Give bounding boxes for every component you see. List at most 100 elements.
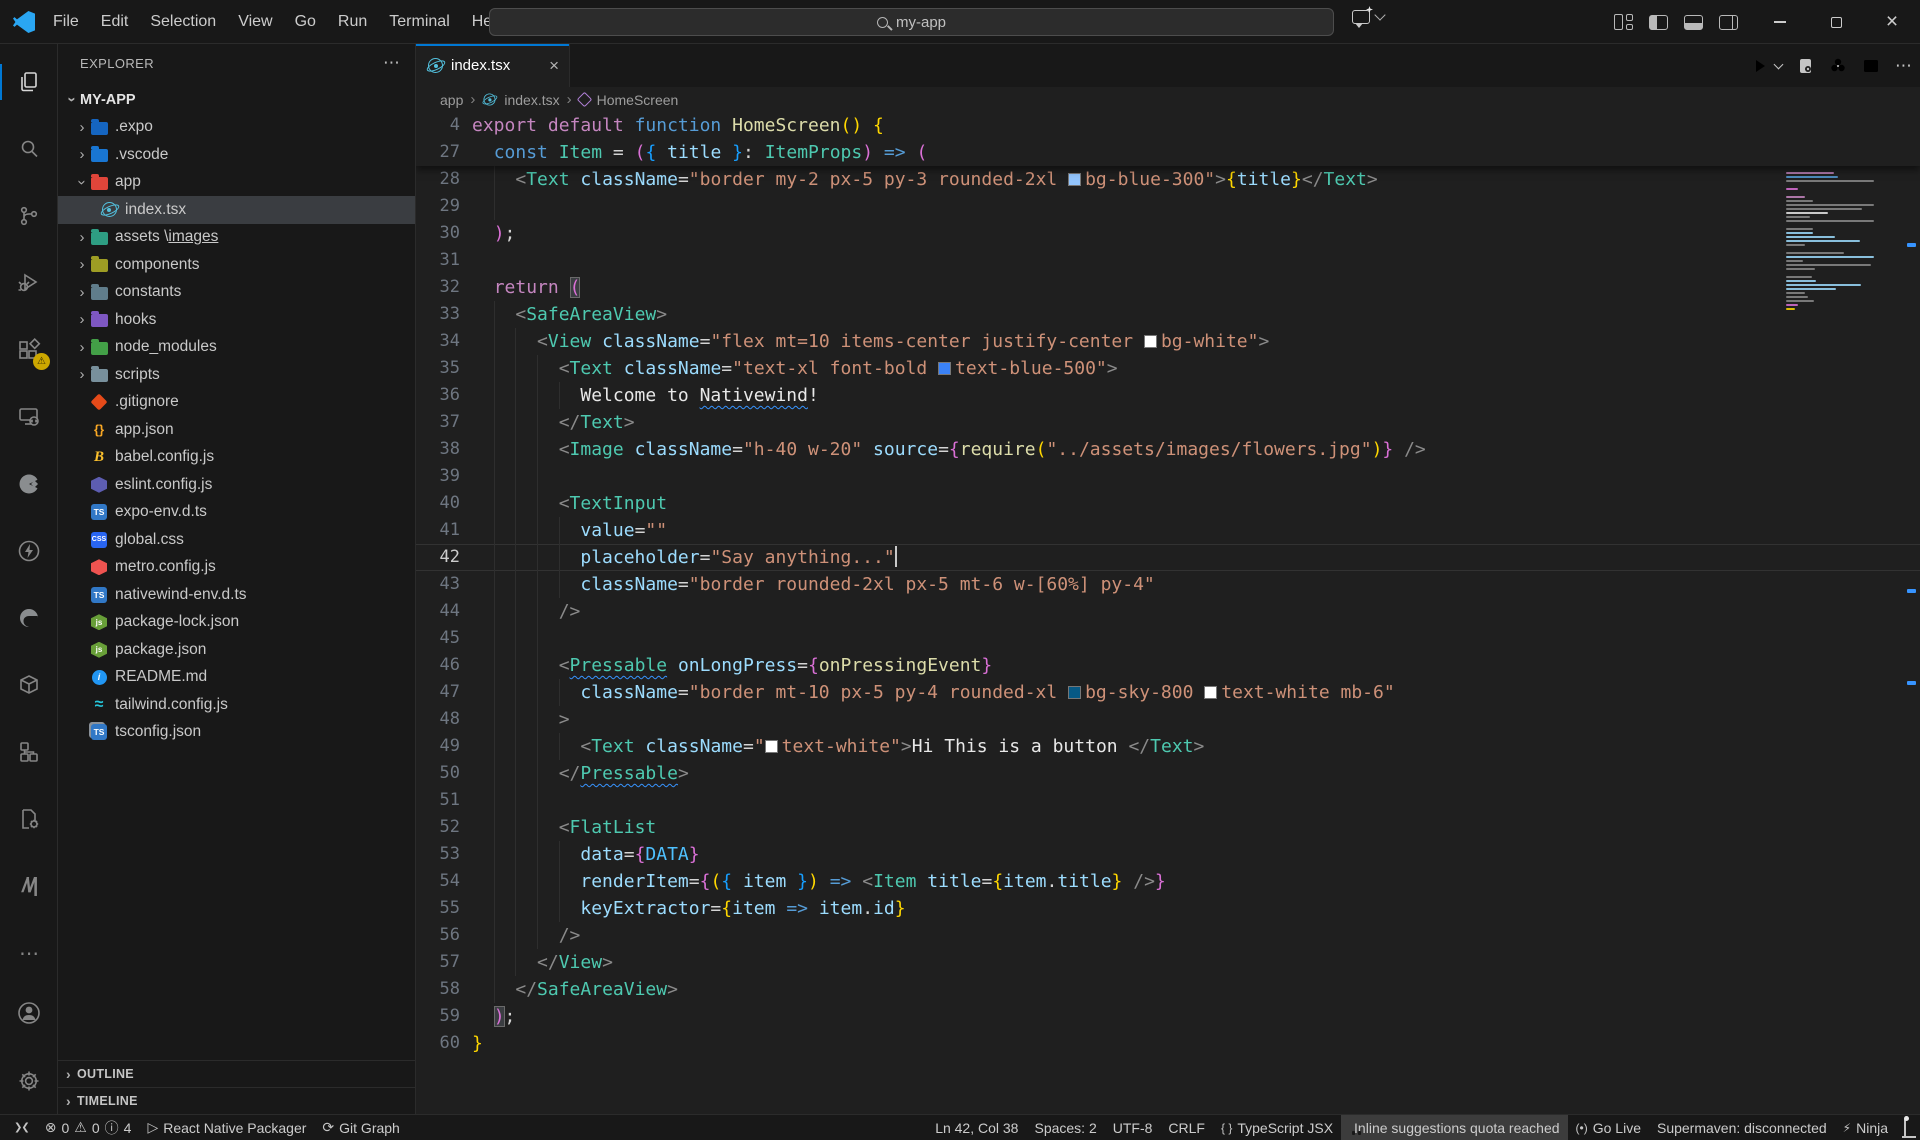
code-line-32[interactable]: 32 return ( [416, 274, 1920, 301]
command-center-search[interactable]: my-app [489, 8, 1334, 36]
code-line-60[interactable]: 60} [416, 1030, 1920, 1057]
flowchart-icon[interactable] [0, 728, 58, 776]
code-line-35[interactable]: 35 <Text className="text-xl font-bold te… [416, 355, 1920, 382]
tree-item-tailwind.config.js[interactable]: ≈tailwind.config.js [58, 691, 415, 719]
status-language[interactable]: { }TypeScript JSX [1213, 1115, 1341, 1140]
code-line-38[interactable]: 38 <Image className="h-40 w-20" source={… [416, 436, 1920, 463]
source-control-icon[interactable] [0, 192, 58, 240]
code-line-39[interactable]: 39 [416, 463, 1920, 490]
menu-run[interactable]: Run [327, 7, 378, 37]
more-actions-icon[interactable]: ⋯ [1895, 56, 1912, 76]
tree-root-my-app[interactable]: ›MY-APP [58, 86, 415, 114]
circle-extension-icon[interactable] [0, 460, 58, 508]
toggle-panel-icon[interactable] [1684, 15, 1703, 30]
menu-terminal[interactable]: Terminal [378, 7, 460, 37]
code-line-34[interactable]: 34 <View className="flex mt=10 items-cen… [416, 328, 1920, 355]
status-indentation[interactable]: Spaces: 2 [1026, 1115, 1104, 1140]
tree-item-index.tsx[interactable]: index.tsx [58, 196, 415, 224]
code-line-49[interactable]: 49 <Text className="text-white">Hi This … [416, 733, 1920, 760]
code-line-55[interactable]: 55 keyExtractor={item => item.id} [416, 895, 1920, 922]
minimap[interactable] [1786, 172, 1878, 312]
toggle-primary-sidebar-icon[interactable] [1649, 15, 1668, 30]
status-ninja[interactable]: ⚡Ninja [1835, 1115, 1896, 1140]
tree-item-assets[interactable]: ›assets \ images [58, 224, 415, 252]
code-line-57[interactable]: 57 </View> [416, 949, 1920, 976]
code-line-43[interactable]: 43 className="border rounded-2xl px-5 mt… [416, 571, 1920, 598]
tree-item-.expo[interactable]: ›.expo [58, 114, 415, 142]
code-line-46[interactable]: 46 <Pressable onLongPress={onPressingEve… [416, 652, 1920, 679]
code-line-33[interactable]: 33 <SafeAreaView> [416, 301, 1920, 328]
color-swatch[interactable] [938, 362, 951, 375]
tree-item-metro.config.js[interactable]: metro.config.js [58, 554, 415, 582]
code-line-59[interactable]: 59 ); [416, 1003, 1920, 1030]
code-line-48[interactable]: 48 > [416, 706, 1920, 733]
menu-go[interactable]: Go [284, 7, 327, 37]
customize-layout-icon[interactable] [1614, 14, 1633, 30]
tree-item-expo-env.d.ts[interactable]: TSexpo-env.d.ts [58, 499, 415, 527]
color-swatch[interactable] [765, 740, 778, 753]
tree-item-.gitignore[interactable]: .gitignore [58, 389, 415, 417]
extensions-icon[interactable]: ⚠ [0, 326, 58, 374]
code-editor[interactable]: 4export default function HomeScreen() {2… [416, 112, 1920, 1114]
color-swatch[interactable] [1068, 686, 1081, 699]
supermaven-icon[interactable]: /\/| [0, 862, 58, 910]
code-line-29[interactable]: 29 [416, 193, 1920, 220]
tree-item-scripts[interactable]: ›scripts [58, 361, 415, 389]
explorer-more-actions-icon[interactable]: ⋯ [383, 53, 401, 73]
tree-item-babel.config.js[interactable]: Bbabel.config.js [58, 444, 415, 472]
run-debug-icon[interactable] [0, 259, 58, 307]
status-copilot-quota[interactable]: Inline suggestions quota reached [1341, 1115, 1567, 1140]
menu-view[interactable]: View [227, 7, 283, 37]
tree-item-nodemodules[interactable]: ›node_modules [58, 334, 415, 362]
file-gear-icon[interactable] [0, 795, 58, 843]
code-line-58[interactable]: 58 </SafeAreaView> [416, 976, 1920, 1003]
tree-item-package-lock.json[interactable]: jspackage-lock.json [58, 609, 415, 637]
code-line-47[interactable]: 47 className="border mt-10 px-5 py-4 rou… [416, 679, 1920, 706]
status-supermaven[interactable]: Supermaven: disconnected [1649, 1115, 1835, 1140]
code-line-51[interactable]: 51 [416, 787, 1920, 814]
tree-item-.vscode[interactable]: ›.vscode [58, 141, 415, 169]
status-remote[interactable]: ❯❮ [6, 1115, 37, 1140]
search-icon[interactable] [0, 125, 58, 173]
status-git-graph[interactable]: ⟳Git Graph [314, 1115, 407, 1140]
code-line-53[interactable]: 53 data={DATA} [416, 841, 1920, 868]
tree-item-app[interactable]: ›app [58, 169, 415, 197]
status-go-live[interactable]: (•)Go Live [1568, 1115, 1649, 1140]
code-line-52[interactable]: 52 <FlatList [416, 814, 1920, 841]
timeline-section[interactable]: ›TIMELINE [58, 1087, 415, 1114]
tree-item-package.json[interactable]: jspackage.json [58, 636, 415, 664]
status-notifications[interactable] [1896, 1115, 1914, 1140]
code-line-41[interactable]: 41 value="" [416, 517, 1920, 544]
breadcrumb-item-homescreen[interactable]: HomeScreen [597, 92, 679, 108]
code-line-28[interactable]: 28 <Text className="border my-2 px-5 py-… [416, 166, 1920, 193]
menu-edit[interactable]: Edit [90, 7, 140, 37]
color-swatch[interactable] [1068, 173, 1081, 186]
run-dropdown-icon[interactable] [1774, 59, 1784, 69]
status-cursor-position[interactable]: Ln 42, Col 38 [927, 1115, 1026, 1140]
tree-item-hooks[interactable]: ›hooks [58, 306, 415, 334]
thunder-client-icon[interactable] [0, 527, 58, 575]
tree-item-global.css[interactable]: CSSglobal.css [58, 526, 415, 554]
settings-gear-icon[interactable] [0, 1057, 58, 1105]
breadcrumb-item-app[interactable]: app [440, 92, 463, 108]
code-line-30[interactable]: 30 ); [416, 220, 1920, 247]
tree-item-constants[interactable]: ›constants [58, 279, 415, 307]
run-on-device-icon[interactable] [1797, 57, 1814, 75]
code-line-44[interactable]: 44 /> [416, 598, 1920, 625]
code-line-56[interactable]: 56 /> [416, 922, 1920, 949]
cube-icon[interactable] [0, 661, 58, 709]
color-swatch[interactable] [1144, 335, 1157, 348]
more-extensions-icon[interactable]: ⋯ [0, 929, 58, 977]
restore-button[interactable] [1808, 0, 1864, 44]
close-button[interactable]: × [1864, 0, 1920, 44]
code-line-42[interactable]: 42 placeholder="Say anything..." [416, 544, 1920, 571]
tab-close-icon[interactable]: × [549, 56, 559, 76]
menu-file[interactable]: File [42, 7, 90, 37]
code-line-27[interactable]: 27 const Item = ({ title }: ItemProps) =… [416, 139, 1920, 166]
menu-selection[interactable]: Selection [139, 7, 227, 37]
outline-section[interactable]: ›OUTLINE [58, 1060, 415, 1087]
code-line-45[interactable]: 45 [416, 625, 1920, 652]
minimize-button[interactable] [1752, 0, 1808, 44]
copilot-chat-button[interactable] [1352, 10, 1384, 24]
toggle-secondary-sidebar-icon[interactable] [1719, 15, 1738, 30]
